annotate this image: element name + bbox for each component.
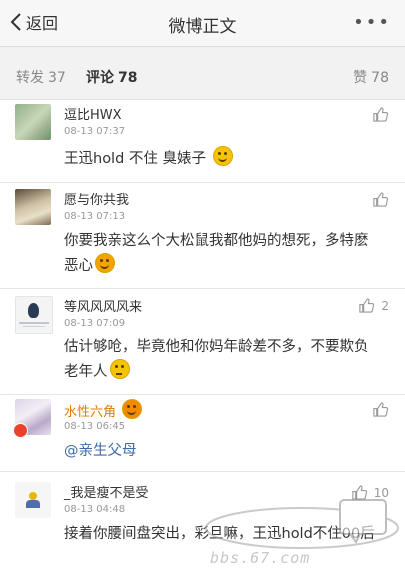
tab-repost-label: 转发 — [16, 70, 44, 86]
thumbs-up-icon — [352, 485, 367, 500]
comment-text: @亲生父母 — [64, 439, 381, 463]
tab-comment-label: 评论 — [86, 70, 114, 86]
comment-author-name: 水性六角 — [64, 405, 117, 420]
like-button[interactable]: 2 — [358, 297, 389, 314]
comment-item: 等风风风风来 08-13 07:09 估计够呛，毕竟他和你妈年龄差不多，不要欺负… — [0, 289, 405, 395]
mention-link[interactable]: @亲生父母 — [64, 443, 137, 459]
avatar[interactable] — [15, 296, 53, 334]
smile-emoji-icon — [212, 146, 233, 166]
like-button[interactable] — [372, 191, 389, 208]
like-button[interactable]: 10 — [351, 484, 389, 501]
thumbs-up-icon — [359, 298, 375, 313]
tab-comment-count: 78 — [118, 70, 138, 86]
thumbs-up-icon — [373, 402, 389, 417]
comment-author[interactable]: 水性六角 — [64, 399, 143, 420]
tab-like-label: 赞 — [353, 70, 368, 86]
tab-repost[interactable]: 转发 37 — [16, 67, 66, 87]
comment-text: 估计够呛，毕竟他和你妈年龄差不多，不要欺负老年人 — [64, 335, 381, 384]
page-title: 微博正文 — [168, 17, 237, 37]
laughing-emoji-icon — [122, 399, 143, 419]
comment-text: 王迅hold 不住 臭婊子 — [64, 146, 381, 171]
comment-item: _我是瘦不是受 08-13 04:48 接着你腰间盘突出，彩旦嘛，王迅hold不… — [0, 472, 405, 584]
tab-repost-count: 37 — [48, 70, 66, 86]
avatar[interactable] — [15, 104, 51, 140]
comment-item: 愿与你共我 08-13 07:13 你要我亲这么个大松鼠我都他妈的想死，多特麽恶… — [0, 183, 405, 289]
tab-bar: 转发 37 评论 78 赞 78 — [0, 47, 405, 100]
avatar[interactable] — [15, 189, 51, 225]
comment-author[interactable]: 逗比HWX — [64, 104, 122, 123]
nav-bar: 返回 微博正文 ••• — [0, 0, 405, 47]
comment-time: 08-13 07:13 — [64, 211, 126, 222]
comment-text: 你要我亲这么个大松鼠我都他妈的想死，多特麽恶心 — [64, 229, 381, 278]
tab-like[interactable]: 赞 78 — [353, 67, 389, 87]
like-count: 10 — [373, 485, 389, 500]
comment-time: 08-13 07:09 — [64, 318, 126, 329]
more-menu-icon[interactable]: ••• — [353, 12, 391, 33]
comment-item: 水性六角 08-13 06:45 @亲生父母 — [0, 395, 405, 472]
like-count: 2 — [381, 298, 389, 313]
crying-emoji-icon — [95, 253, 115, 273]
like-button[interactable] — [372, 401, 389, 418]
comment-author[interactable]: 等风风风风来 — [64, 296, 142, 315]
verified-badge-icon — [13, 423, 28, 438]
comment-time: 08-13 06:45 — [64, 421, 126, 432]
comment-list: 逗比HWX 08-13 07:37 王迅hold 不住 臭婊子 愿与你共我 08… — [0, 100, 405, 584]
thumbs-up-icon — [373, 107, 389, 122]
thinking-emoji-icon — [109, 359, 130, 379]
tab-like-count: 78 — [371, 70, 389, 86]
comment-time: 08-13 04:48 — [64, 504, 126, 515]
tab-comment[interactable]: 评论 78 — [86, 67, 137, 87]
comment-text-body: 估计够呛，毕竟他和你妈年龄差不多，不要欺负老年人 — [64, 339, 369, 380]
avatar[interactable] — [13, 399, 51, 438]
comment-author[interactable]: _我是瘦不是受 — [64, 482, 149, 501]
like-button[interactable] — [372, 106, 389, 123]
comment-item: 逗比HWX 08-13 07:37 王迅hold 不住 臭婊子 — [0, 100, 405, 183]
comment-text: 接着你腰间盘突出，彩旦嘛，王迅hold不住00后 — [64, 526, 375, 542]
comment-time: 08-13 07:37 — [64, 126, 126, 137]
comment-text-body: 王迅hold 不住 臭婊子 — [64, 151, 207, 167]
thumbs-up-icon — [373, 192, 389, 207]
avatar[interactable] — [15, 482, 51, 518]
comment-author[interactable]: 愿与你共我 — [64, 189, 129, 208]
